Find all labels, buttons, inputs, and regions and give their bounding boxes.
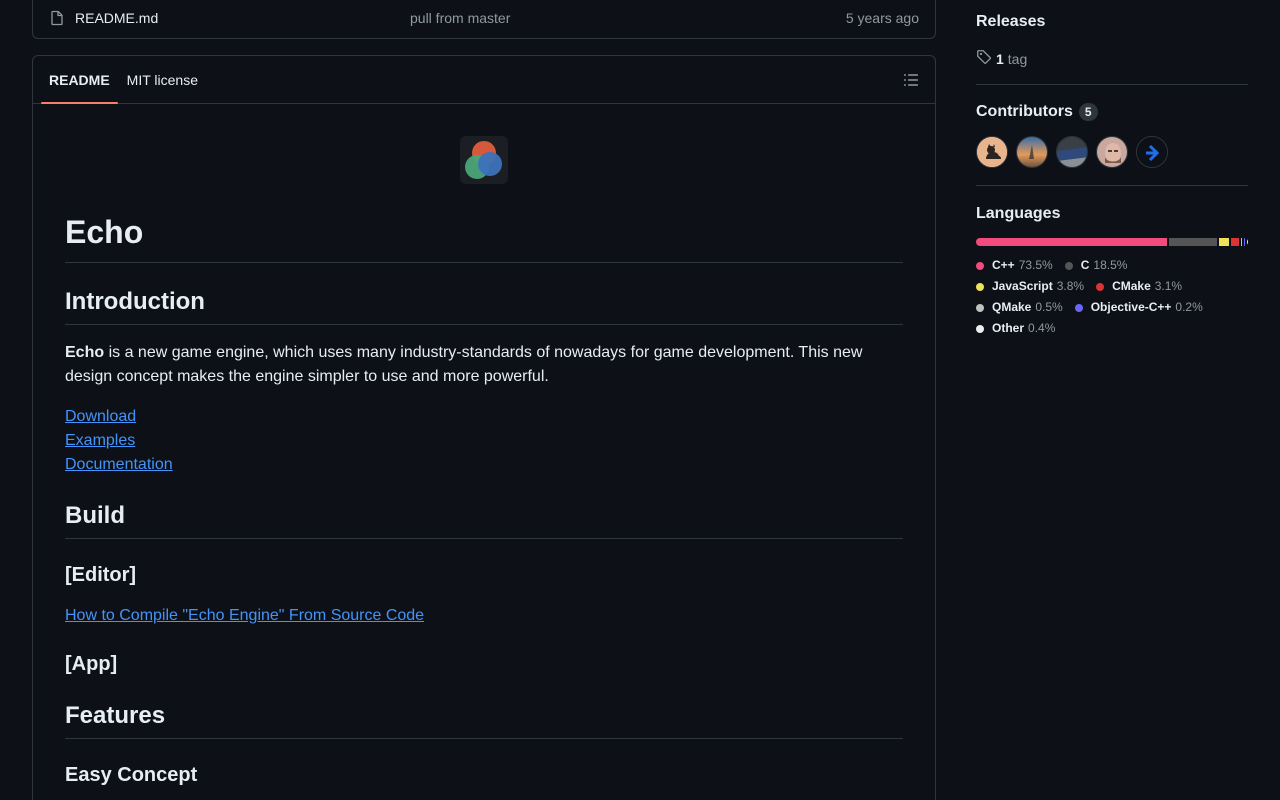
echo-logo-image — [460, 136, 508, 184]
contributors-avatars — [976, 136, 1168, 168]
language-color-dot — [1096, 282, 1105, 291]
readme-title: Echo — [65, 212, 903, 263]
language-color-dot — [1064, 261, 1073, 270]
language-name: JavaScript — [992, 279, 1053, 293]
avatar[interactable] — [976, 136, 1008, 168]
language-bar-segment[interactable] — [976, 238, 1168, 246]
commit-message-link[interactable]: pull from master — [410, 10, 846, 26]
language-percent: 3.8% — [1056, 279, 1085, 293]
avatar[interactable] — [1096, 136, 1128, 168]
language-name: Other — [992, 321, 1025, 335]
file-name-link[interactable]: README.md — [75, 10, 395, 26]
intro-paragraph: Echo is a new game engine, which uses ma… — [65, 341, 903, 389]
language-color-dot — [976, 324, 984, 333]
avatar[interactable] — [1136, 136, 1168, 168]
releases-heading[interactable]: Releases — [976, 13, 1045, 31]
file-icon — [49, 10, 65, 26]
heading-build: Build — [65, 501, 903, 539]
tag-label: tag — [1007, 50, 1028, 67]
language-item[interactable]: CMake 3.1% — [1096, 276, 1182, 297]
tag-icon — [976, 49, 992, 68]
contributors-heading[interactable]: Contributors 5 — [976, 103, 1098, 121]
compile-guide-link[interactable]: How to Compile "Echo Engine" From Source… — [65, 604, 424, 628]
language-percent: 0.5% — [1035, 300, 1063, 314]
languages-bar — [976, 238, 1248, 246]
heading-editor: [Editor] — [65, 564, 137, 586]
file-row-readme[interactable]: README.md pull from master 5 years ago — [32, 0, 936, 39]
language-item[interactable]: C++ 73.5% — [976, 255, 1053, 276]
tab-readme-label: README — [49, 71, 110, 88]
language-name: CMake — [1112, 279, 1151, 293]
tab-license[interactable]: MIT license — [119, 56, 206, 103]
language-color-dot — [1074, 303, 1083, 312]
languages-list: C++ 73.5% C 18.5% JavaScript 3.8% CMake 3.1% QMa… — [976, 255, 1248, 339]
language-bar-segment[interactable] — [1169, 238, 1218, 246]
intro-text: is a new game engine, which uses many in… — [65, 344, 863, 385]
language-percent: 3.1% — [1154, 279, 1183, 293]
language-item[interactable]: C 18.5% — [1064, 255, 1128, 276]
avatar[interactable] — [1016, 136, 1048, 168]
divider — [976, 185, 1248, 186]
language-name: Objective-C++ — [1090, 300, 1172, 314]
language-color-dot — [976, 282, 984, 291]
language-bar-segment[interactable] — [1219, 238, 1230, 246]
language-color-dot — [976, 303, 984, 312]
language-name: QMake — [992, 300, 1032, 314]
documentation-link[interactable]: Documentation — [65, 453, 173, 477]
links-list: Download Examples Documentation — [65, 405, 903, 477]
releases-title: Releases — [976, 13, 1046, 30]
heading-features: Features — [65, 701, 903, 739]
readme-content: Echo Introduction Echo is a new game eng… — [33, 104, 935, 788]
languages-title: Languages — [976, 205, 1061, 222]
avatar[interactable] — [1056, 136, 1088, 168]
language-item[interactable]: Other 0.4% — [976, 318, 1055, 339]
contributors-title: Contributors — [976, 103, 1073, 120]
language-name: C — [1080, 258, 1090, 272]
language-bar-segment[interactable] — [1231, 238, 1240, 246]
tags-link[interactable]: 1 tag — [976, 49, 1027, 68]
tab-readme[interactable]: README — [41, 56, 118, 104]
tab-license-label: MIT license — [126, 71, 198, 88]
language-name: C++ — [992, 258, 1015, 272]
readme-tabs: README MIT license — [33, 56, 935, 104]
language-percent: 73.5% — [1018, 258, 1053, 272]
readme-panel: README MIT license Echo Introduction Ech… — [32, 55, 936, 800]
language-percent: 18.5% — [1093, 258, 1128, 272]
language-item[interactable]: QMake 0.5% — [976, 297, 1063, 318]
list-unordered-icon[interactable] — [903, 72, 919, 88]
contributors-count-badge: 5 — [1078, 103, 1098, 121]
language-percent: 0.2% — [1175, 300, 1203, 314]
languages-heading: Languages — [976, 205, 1060, 223]
heading-easy-concept: Easy Concept — [65, 764, 198, 786]
language-item[interactable]: JavaScript 3.8% — [976, 276, 1084, 297]
download-link[interactable]: Download — [65, 405, 136, 429]
heading-introduction: Introduction — [65, 287, 903, 325]
intro-bold: Echo — [65, 344, 105, 361]
language-bar-segment[interactable] — [1241, 238, 1243, 246]
language-bar-segment[interactable] — [1246, 238, 1248, 246]
examples-link[interactable]: Examples — [65, 429, 135, 453]
divider — [976, 84, 1248, 85]
language-bar-segment[interactable] — [1244, 238, 1245, 246]
language-item[interactable]: Objective-C++ 0.2% — [1074, 297, 1203, 318]
language-percent: 0.4% — [1028, 321, 1056, 335]
tag-count: 1 — [996, 50, 1004, 67]
heading-app: [App] — [65, 653, 118, 675]
commit-date: 5 years ago — [845, 10, 919, 26]
language-color-dot — [976, 261, 984, 270]
